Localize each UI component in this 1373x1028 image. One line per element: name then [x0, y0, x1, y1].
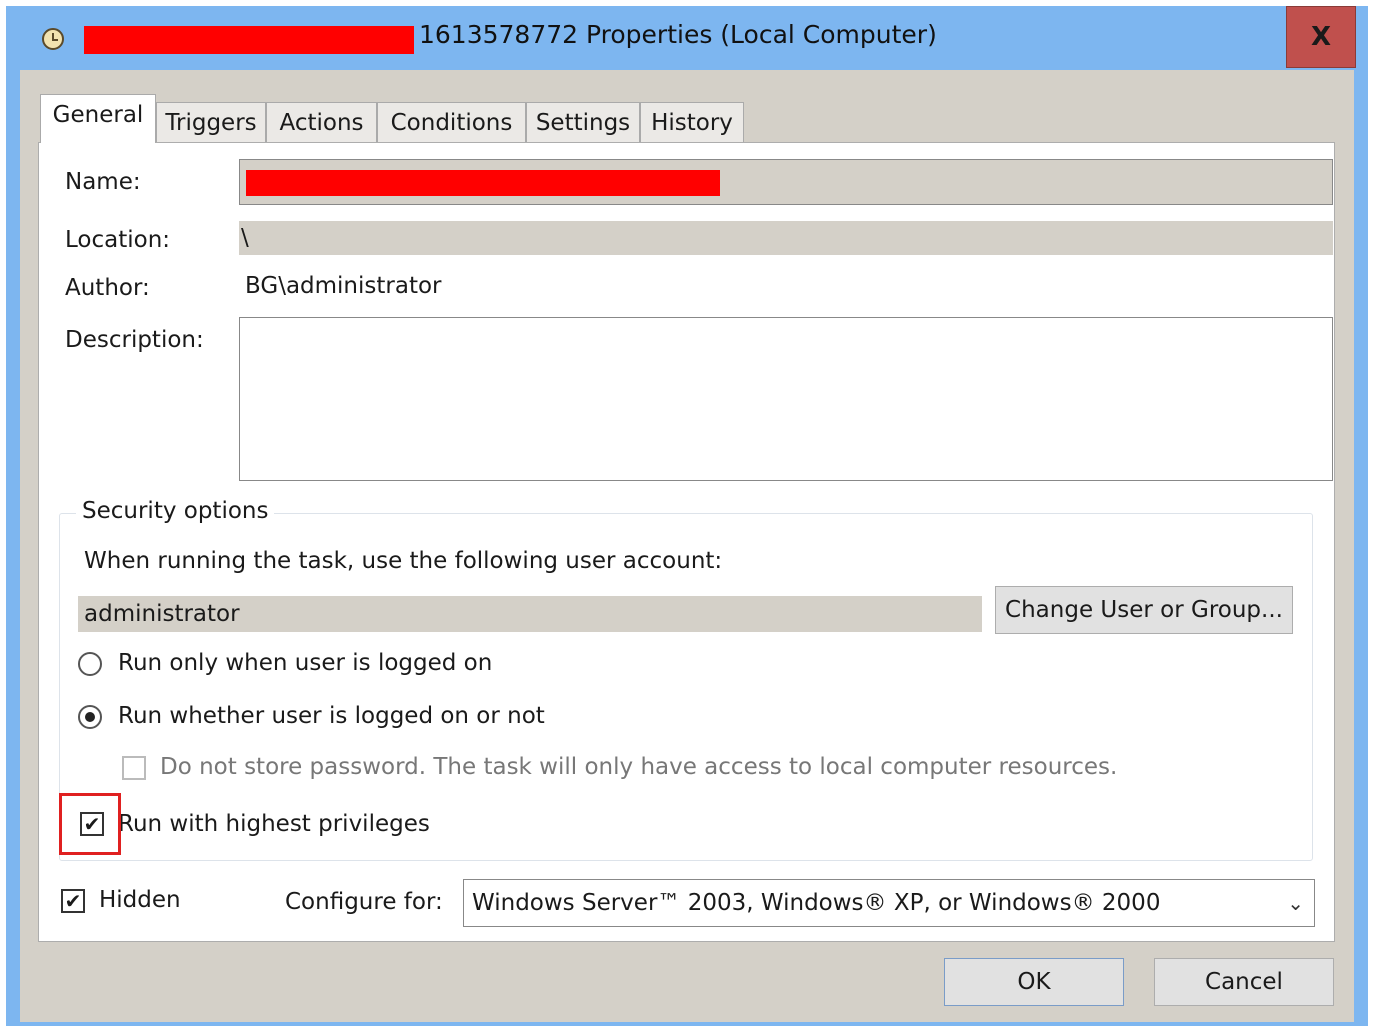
- change-user-button[interactable]: Change User or Group...: [995, 586, 1293, 634]
- security-options-group: Security options When running the task, …: [59, 498, 1313, 861]
- name-label: Name:: [65, 169, 141, 195]
- tab-actions[interactable]: Actions: [266, 102, 377, 142]
- window-title: 1613578772 Properties (Local Computer): [419, 20, 937, 49]
- properties-dialog: 1613578772 Properties (Local Computer) X…: [6, 6, 1368, 1026]
- tab-triggers[interactable]: Triggers: [156, 102, 266, 142]
- general-panel: Name: Location: \ Author: BG\administrat…: [38, 142, 1335, 942]
- run-logged-on-label[interactable]: Run only when user is logged on: [118, 650, 492, 676]
- highest-privileges-label[interactable]: Run with highest privileges: [118, 811, 430, 837]
- no-store-password-checkbox[interactable]: [122, 756, 146, 780]
- tab-general[interactable]: General: [40, 94, 156, 143]
- description-field[interactable]: [239, 317, 1333, 481]
- tab-conditions[interactable]: Conditions: [377, 102, 526, 142]
- author-label: Author:: [65, 275, 150, 301]
- location-field: \: [239, 221, 1333, 255]
- ok-button[interactable]: OK: [944, 958, 1124, 1006]
- chevron-down-icon: ⌄: [1287, 891, 1304, 915]
- name-field: [239, 159, 1333, 205]
- title-bar[interactable]: 1613578772 Properties (Local Computer) X: [6, 6, 1368, 70]
- hidden-checkbox[interactable]: ✔: [61, 889, 85, 913]
- configure-for-value: Windows Server™ 2003, Windows® XP, or Wi…: [472, 890, 1161, 916]
- privileges-highlight-box: [59, 793, 121, 855]
- location-label: Location:: [65, 227, 171, 253]
- author-value: BG\administrator: [245, 273, 442, 299]
- user-account-field: administrator: [78, 596, 982, 632]
- tab-settings[interactable]: Settings: [526, 102, 640, 142]
- close-button[interactable]: X: [1286, 6, 1356, 68]
- run-whether-label[interactable]: Run whether user is logged on or not: [118, 703, 545, 729]
- run-logged-on-radio[interactable]: [78, 652, 102, 676]
- tab-history[interactable]: History: [640, 102, 744, 142]
- account-prompt: When running the task, use the following…: [84, 548, 723, 574]
- title-redaction: [84, 26, 414, 54]
- dialog-client: General Triggers Actions Conditions Sett…: [20, 70, 1354, 1022]
- security-options-title: Security options: [76, 498, 275, 524]
- description-label: Description:: [65, 327, 204, 353]
- clock-icon: [42, 28, 64, 50]
- hidden-label[interactable]: Hidden: [99, 887, 181, 913]
- name-redaction: [246, 170, 720, 196]
- cancel-button[interactable]: Cancel: [1154, 958, 1334, 1006]
- configure-for-select[interactable]: Windows Server™ 2003, Windows® XP, or Wi…: [463, 879, 1315, 927]
- no-store-password-label: Do not store password. The task will onl…: [160, 754, 1118, 780]
- configure-for-label: Configure for:: [285, 889, 443, 915]
- run-whether-radio[interactable]: [78, 705, 102, 729]
